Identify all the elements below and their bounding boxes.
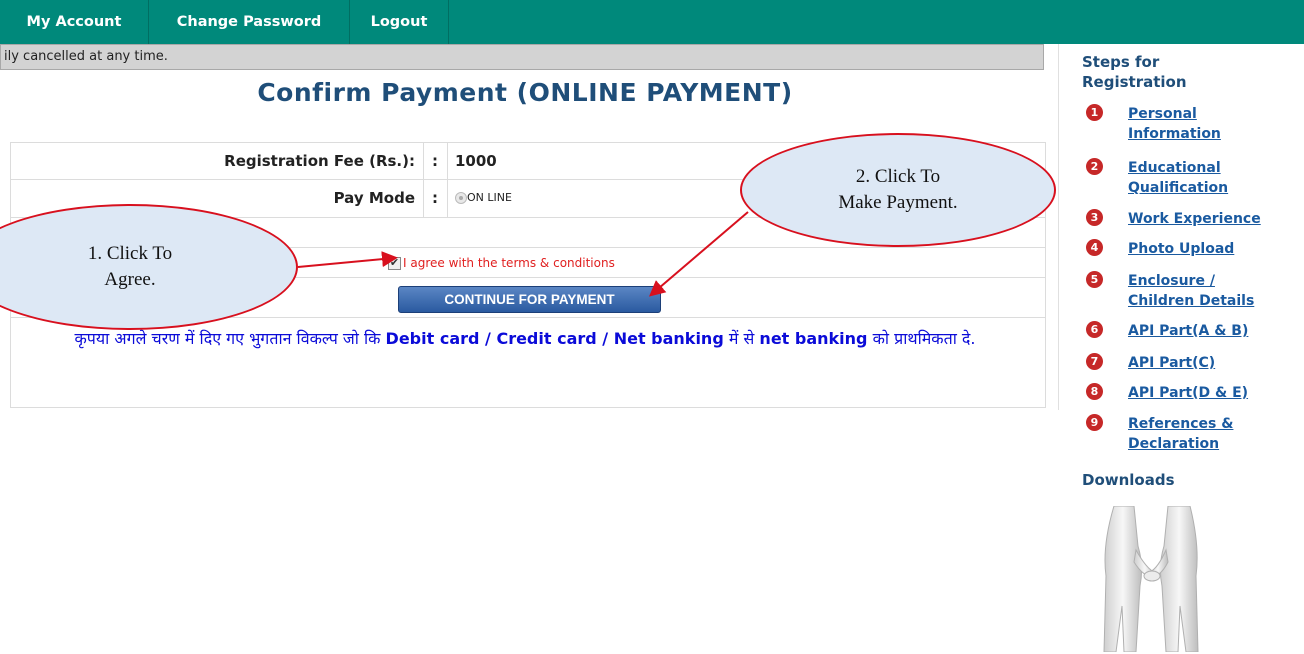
step-item-educational-qualification[interactable]: 2 Educational Qualification bbox=[1086, 158, 1278, 198]
step-item-enclosure-children-details[interactable]: 5 Enclosure / Children Details bbox=[1086, 271, 1278, 311]
step-link[interactable]: Educational Qualification bbox=[1128, 158, 1278, 198]
step-link[interactable]: Work Experience bbox=[1128, 209, 1278, 229]
callout-agree-line2: Agree. bbox=[104, 269, 156, 290]
step-number-badge: 6 bbox=[1086, 321, 1103, 338]
callout-pay-line2: Make Payment. bbox=[838, 192, 958, 213]
step-number-badge: 3 bbox=[1086, 209, 1103, 226]
callout-pay: 2. Click To Make Payment. bbox=[740, 133, 1056, 247]
arrow-to-pay-button bbox=[648, 211, 749, 297]
step-number-badge: 4 bbox=[1086, 239, 1103, 256]
step-number-badge: 1 bbox=[1086, 104, 1103, 121]
step-item-work-experience[interactable]: 3 Work Experience bbox=[1086, 209, 1278, 229]
step-number-badge: 2 bbox=[1086, 158, 1103, 175]
step-link[interactable]: API Part(D & E) bbox=[1128, 383, 1278, 403]
step-number-badge: 8 bbox=[1086, 383, 1103, 400]
step-item-api-part-c[interactable]: 7 API Part(C) bbox=[1086, 353, 1278, 373]
step-link[interactable]: Enclosure / Children Details bbox=[1128, 271, 1278, 311]
step-number-badge: 5 bbox=[1086, 271, 1103, 288]
handshake-illustration bbox=[1103, 506, 1199, 652]
step-number-badge: 9 bbox=[1086, 414, 1103, 431]
step-item-photo-upload[interactable]: 4 Photo Upload bbox=[1086, 239, 1278, 259]
step-number-badge: 7 bbox=[1086, 353, 1103, 370]
steps-title: Steps for Registration bbox=[1082, 53, 1187, 91]
step-link[interactable]: API Part(A & B) bbox=[1128, 321, 1278, 341]
step-item-api-part-d-e[interactable]: 8 API Part(D & E) bbox=[1086, 383, 1278, 403]
callout-agree-line1: 1. Click To bbox=[87, 243, 173, 264]
arrow-to-checkbox bbox=[297, 251, 398, 268]
step-item-references-declaration[interactable]: 9 References & Declaration bbox=[1086, 414, 1278, 454]
step-link[interactable]: Photo Upload bbox=[1128, 239, 1278, 259]
sidebar-divider bbox=[1058, 44, 1059, 410]
step-link[interactable]: API Part(C) bbox=[1128, 353, 1278, 373]
step-item-api-part-a-b[interactable]: 6 API Part(A & B) bbox=[1086, 321, 1278, 341]
downloads-heading: Downloads bbox=[1082, 471, 1175, 489]
callout-pay-line1: 2. Click To bbox=[855, 166, 941, 187]
step-link[interactable]: Personal Information bbox=[1128, 104, 1278, 144]
step-link[interactable]: References & Declaration bbox=[1128, 414, 1278, 454]
step-item-personal-information[interactable]: 1 Personal Information bbox=[1086, 104, 1278, 144]
